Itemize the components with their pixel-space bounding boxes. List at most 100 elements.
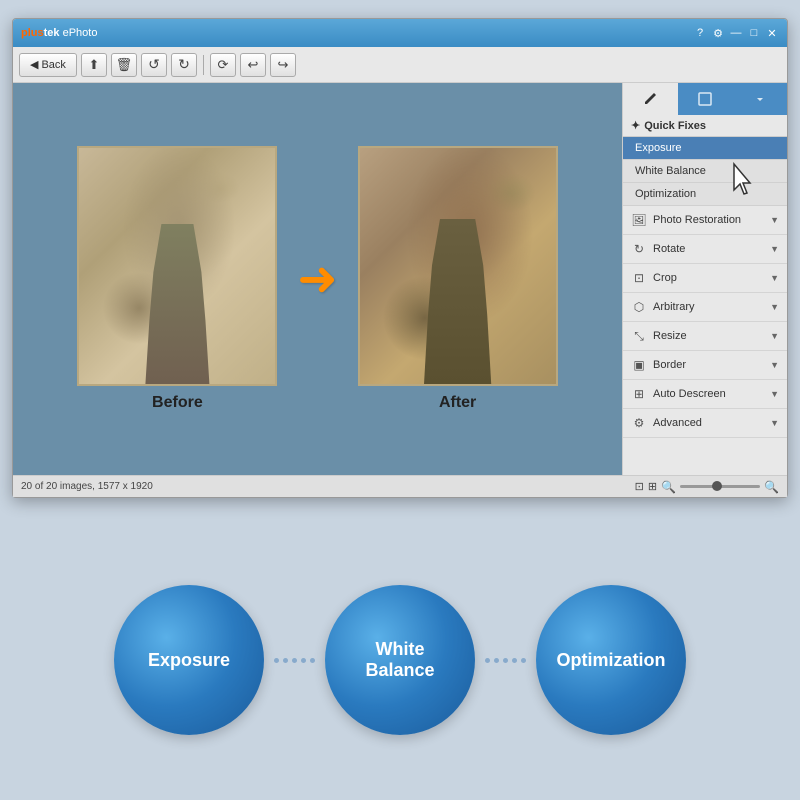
before-label: Before [152, 394, 203, 412]
delete-icon: 🗑 [116, 57, 133, 73]
rotate-right-button[interactable]: ↻ [171, 53, 197, 77]
tool-rotate[interactable]: ↻ Rotate ▼ [623, 235, 787, 264]
crop-label: Crop [653, 272, 764, 284]
rotate-left-button[interactable]: ↺ [141, 53, 167, 77]
dot [274, 658, 279, 663]
help-button[interactable]: ? [693, 26, 707, 40]
image-area: Before ➜ After [13, 83, 622, 475]
close-button[interactable]: ✕ [765, 26, 779, 40]
zoom-out-icon[interactable]: 🔍 [661, 480, 676, 494]
upload-icon: ⬆ [88, 57, 99, 73]
status-info: 20 of 20 images, 1577 x 1920 [21, 481, 153, 492]
crop-arrow: ▼ [770, 273, 779, 283]
main-content: Before ➜ After [13, 83, 787, 475]
view-icon-1[interactable]: ⊡ [635, 480, 644, 493]
after-photo [358, 146, 558, 386]
logo-ephoto: ePhoto [60, 27, 98, 39]
exposure-bubble-label: Exposure [148, 650, 230, 671]
advanced-arrow: ▼ [770, 418, 779, 428]
title-bar-controls: ? ⚙ — □ ✕ [693, 26, 779, 40]
quick-fixes-label: Quick Fixes [644, 120, 706, 132]
maximize-button[interactable]: □ [747, 26, 761, 40]
auto-descreen-label: Auto Descreen [653, 388, 764, 400]
quick-fix-exposure[interactable]: Exposure [623, 137, 787, 160]
photo-restoration-icon: 🖼 [631, 212, 647, 228]
status-right: ⊡ ⊞ 🔍 🔍 [635, 480, 779, 494]
dot [310, 658, 315, 663]
tab-edit[interactable] [623, 83, 678, 115]
toolbar-separator [203, 55, 204, 75]
tool-auto-descreen[interactable]: ⊞ Auto Descreen ▼ [623, 380, 787, 409]
status-bar: 20 of 20 images, 1577 x 1920 ⊡ ⊞ 🔍 🔍 [13, 475, 787, 497]
connector-1 [264, 658, 325, 663]
rotate-label: Rotate [653, 243, 764, 255]
upload-button[interactable]: ⬆ [81, 53, 107, 77]
logo-tek: tek [44, 27, 60, 39]
rotate-left-icon: ↺ [148, 56, 160, 73]
optimization-bubble: Optimization [536, 585, 686, 735]
tool-border[interactable]: ▣ Border ▼ [623, 351, 787, 380]
back-label: Back [41, 59, 65, 71]
enhance-icon [697, 91, 713, 107]
toolbar: ◀ Back ⬆ 🗑 ↺ ↻ ⟳ ↩ ↪ [13, 47, 787, 83]
back-button[interactable]: ◀ Back [19, 53, 77, 77]
tool-photo-restoration[interactable]: 🖼 Photo Restoration ▼ [623, 206, 787, 235]
border-label: Border [653, 359, 764, 371]
refresh-button[interactable]: ⟳ [210, 53, 236, 77]
dot [485, 658, 490, 663]
app-window: plustek ePhoto ? ⚙ — □ ✕ ◀ Back ⬆ 🗑 ↺ ↻ [12, 18, 788, 498]
tool-resize[interactable]: ⤡ Resize ▼ [623, 322, 787, 351]
zoom-handle [712, 481, 722, 491]
tool-crop[interactable]: ⊡ Crop ▼ [623, 264, 787, 293]
arbitrary-label: Arbitrary [653, 301, 764, 313]
tool-arbitrary[interactable]: ⬡ Arbitrary ▼ [623, 293, 787, 322]
dot [283, 658, 288, 663]
rotate-icon: ↻ [631, 241, 647, 257]
dot [512, 658, 517, 663]
quick-fix-items: Exposure White Balance Optimization [623, 137, 787, 206]
arbitrary-arrow: ▼ [770, 302, 779, 312]
settings-button[interactable]: ⚙ [711, 26, 725, 40]
panel-tabs [623, 83, 787, 115]
connector-2 [475, 658, 536, 663]
redo-icon: ↪ [277, 57, 288, 73]
resize-arrow: ▼ [770, 331, 779, 341]
quick-fix-white-balance[interactable]: White Balance [623, 160, 787, 183]
white-balance-bubble-label: White Balance [365, 639, 434, 681]
resize-icon: ⤡ [631, 328, 647, 344]
tab-enhance[interactable] [678, 83, 733, 115]
title-bar-left: plustek ePhoto [21, 27, 97, 39]
advanced-label: Advanced [653, 417, 764, 429]
dot [521, 658, 526, 663]
minimize-button[interactable]: — [729, 26, 743, 40]
back-arrow-icon: ◀ [30, 58, 38, 71]
auto-descreen-icon: ⊞ [631, 386, 647, 402]
white-balance-bubble: White Balance [325, 585, 475, 735]
view-icon-2[interactable]: ⊞ [648, 480, 657, 493]
quick-fixes-header: ✦ Quick Fixes [623, 115, 787, 137]
bubble-container: Exposure White Balance Optimization [114, 585, 686, 735]
dot [301, 658, 306, 663]
tool-advanced[interactable]: ⚙ Advanced ▼ [623, 409, 787, 438]
edit-icon [642, 91, 658, 107]
right-panel: ✦ Quick Fixes Exposure White Balance Opt… [622, 83, 787, 475]
quick-fix-optimization[interactable]: Optimization [623, 183, 787, 206]
zoom-slider[interactable] [680, 485, 760, 488]
app-logo: plustek ePhoto [21, 27, 97, 39]
logo-plus: plus [21, 27, 44, 39]
refresh-icon: ⟳ [217, 57, 228, 73]
dot [494, 658, 499, 663]
export-icon [752, 91, 768, 107]
exposure-bubble: Exposure [114, 585, 264, 735]
delete-button[interactable]: 🗑 [111, 53, 137, 77]
arrow-icon: ➜ [297, 251, 337, 307]
image-comparison: Before ➜ After [77, 146, 557, 412]
tab-export[interactable] [732, 83, 787, 115]
resize-label: Resize [653, 330, 764, 342]
undo-icon: ↩ [247, 57, 258, 73]
photo-restoration-label: Photo Restoration [653, 214, 764, 226]
zoom-in-icon[interactable]: 🔍 [764, 480, 779, 494]
undo-button[interactable]: ↩ [240, 53, 266, 77]
tools-list: 🖼 Photo Restoration ▼ ↻ Rotate ▼ ⊡ Crop … [623, 206, 787, 438]
redo-button[interactable]: ↪ [270, 53, 296, 77]
